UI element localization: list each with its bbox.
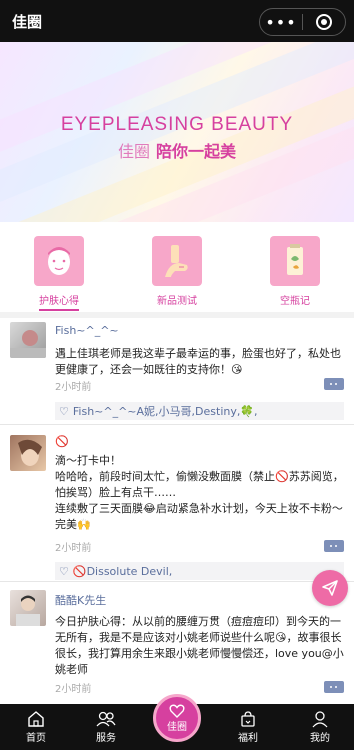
avatar[interactable] [10, 435, 46, 471]
nav-home[interactable]: 首页 [6, 709, 66, 744]
likes-list: Fish~^_^~A妮,小马哥,Destiny,🍀, [72, 405, 258, 418]
tab-label: 空瓶记 [280, 296, 310, 307]
paper-plane-icon [322, 580, 338, 596]
post-feed: Fish~^_^~ 遇上佳琪老师是我这辈子最幸运的事，脸蛋也好了，私处也更健康了… [0, 318, 354, 712]
post-username[interactable]: 酷酷K先生 [55, 592, 106, 608]
comment-button[interactable] [324, 681, 344, 693]
close-miniprogram-button[interactable] [303, 9, 345, 35]
nav-label: 首页 [26, 733, 46, 744]
post-username[interactable]: 🚫 [55, 435, 69, 448]
comment-button[interactable] [324, 378, 344, 390]
likes-list: 🚫Dissolute Devil, [72, 564, 173, 578]
gift-bag-icon [218, 709, 278, 729]
category-tabs: 护肤心得 新品测试 空瓶记 [0, 222, 354, 312]
banner-slogan: 佳圈 陪你一起美 [0, 138, 354, 162]
post-username[interactable]: Fish~^_^~ [55, 324, 119, 337]
likes-bar[interactable]: ♡ Fish~^_^~A妮,小马哥,Destiny,🍀, [55, 402, 344, 420]
banner-brand: 佳圈 [117, 142, 150, 161]
nav-service[interactable]: 服务 [76, 709, 136, 744]
heart-icon [169, 704, 185, 718]
service-icon [76, 709, 136, 729]
post-card: 酷酷K先生 今日护肤心得：从以前的腰缠万贯（痘痘痘印）到今天的一无所有，我是不是… [0, 582, 354, 712]
tab-label: 新品测试 [157, 296, 197, 307]
heart-outline-icon: ♡ [59, 404, 69, 418]
more-button[interactable]: ••• [260, 9, 302, 35]
nav-profile[interactable]: 我的 [290, 709, 350, 744]
home-icon [6, 709, 66, 729]
post-card: Fish~^_^~ 遇上佳琪老师是我这辈子最幸运的事，脸蛋也好了，私处也更健康了… [0, 318, 354, 425]
share-button[interactable] [312, 570, 348, 606]
tab-new-product-test[interactable]: 新品测试 [142, 236, 212, 309]
capsule-menu: ••• [259, 8, 346, 36]
app-title: 佳圈 [12, 12, 43, 31]
banner-headline: EYEPLEASING BEAUTY [60, 114, 294, 135]
post-text: 遇上佳琪老师是我这辈子最幸运的事，脸蛋也好了，私处也更健康了，还会一如既往的支持… [55, 347, 341, 376]
post-time: 2小时前 [55, 684, 92, 695]
nav-welfare[interactable]: 福利 [218, 709, 278, 744]
post-time: 2小时前 [55, 543, 92, 554]
hand-cream-icon [152, 236, 202, 286]
tab-empty-bottle[interactable]: 空瓶记 [260, 236, 330, 309]
post-card: 🚫 滴～打卡中！ 哈哈哈，前段时间太忙，偷懒没敷面膜（禁止🚫苏苏阅览，怕挨骂）脸… [0, 425, 354, 582]
nav-label: 我的 [310, 733, 330, 744]
post-text: 滴～打卡中！ 哈哈哈，前段时间太忙，偷懒没敷面膜（禁止🚫苏苏阅览，怕挨骂）脸上有… [55, 454, 344, 531]
nav-circle-center[interactable]: 佳圈 [153, 694, 201, 742]
likes-bar[interactable]: ♡ 🚫Dissolute Devil, [55, 562, 344, 580]
user-icon [290, 709, 350, 729]
post-time: 2小时前 [55, 382, 92, 393]
top-bar: 佳圈 ••• [0, 0, 354, 42]
hero-banner[interactable]: EYEPLEASING BEAUTY 佳圈 陪你一起美 [0, 42, 354, 222]
more-icon: ••• [265, 12, 297, 32]
face-mask-icon [34, 236, 84, 286]
avatar[interactable] [10, 590, 46, 626]
nav-label: 福利 [238, 733, 258, 744]
tab-skincare-tips[interactable]: 护肤心得 [24, 236, 94, 311]
banner-slogan-text: 陪你一起美 [156, 142, 237, 161]
post-text: 今日护肤心得：从以前的腰缠万贯（痘痘痘印）到今天的一无所有，我是不是应该对小姚老… [55, 615, 344, 676]
target-icon [316, 14, 332, 30]
avatar[interactable] [10, 322, 46, 358]
empty-bottle-icon [270, 236, 320, 286]
nav-label: 佳圈 [167, 721, 187, 733]
comment-button[interactable] [324, 540, 344, 552]
heart-outline-icon: ♡ [59, 564, 69, 578]
nav-label: 服务 [96, 733, 116, 744]
tab-label: 护肤心得 [39, 292, 79, 311]
